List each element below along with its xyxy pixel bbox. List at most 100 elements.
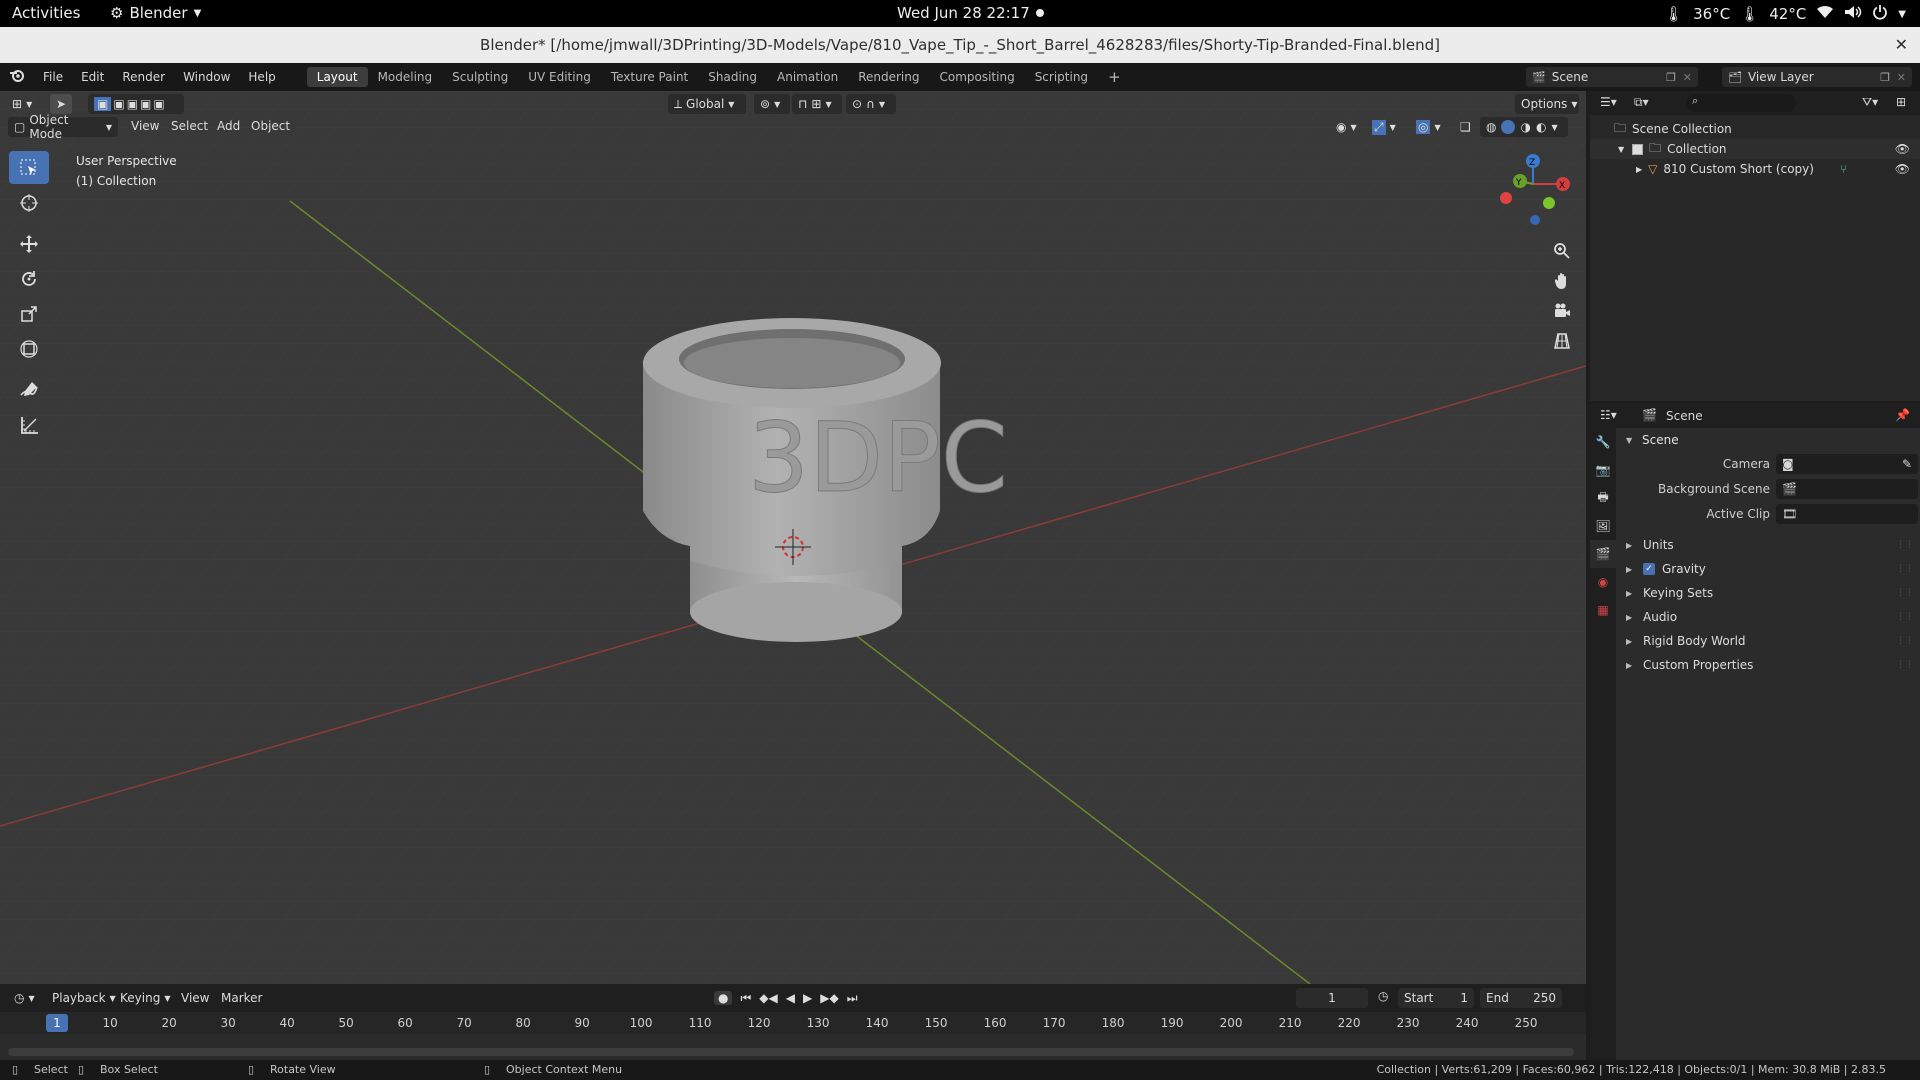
rendered-shading-icon[interactable]: ◐ — [1536, 120, 1546, 134]
drag-handle-icon[interactable]: ⋮⋮ — [1896, 612, 1914, 622]
close-icon[interactable]: ✕ — [1683, 71, 1692, 84]
record-icon[interactable]: ● — [714, 991, 733, 1005]
end-frame-field[interactable]: End 250 — [1480, 988, 1562, 1008]
shading-mode-group[interactable]: ◍ ◑ ◐ ▼ — [1480, 117, 1568, 137]
tab-rendering[interactable]: Rendering — [848, 67, 929, 87]
menu-window[interactable]: Window — [174, 70, 239, 84]
object-visibility-toggle[interactable]: ◉ ▼ — [1330, 117, 1363, 137]
add-workspace-icon[interactable]: + — [1098, 65, 1131, 89]
new-collection-icon[interactable]: ⊞ — [1896, 95, 1906, 109]
tab-animation[interactable]: Animation — [767, 67, 848, 87]
editor-type-dropdown[interactable]: ⊞ ▼ — [6, 94, 38, 114]
tab-sculpting[interactable]: Sculpting — [442, 67, 518, 87]
tab-layout[interactable]: Layout — [306, 67, 368, 87]
outliner-search-input[interactable]: ⌕ — [1686, 94, 1796, 112]
tab-world[interactable]: ◉ — [1590, 568, 1616, 596]
drag-handle-icon[interactable]: ⋮⋮ — [1896, 564, 1914, 574]
playhead-frame-indicator[interactable]: 1 — [46, 1014, 68, 1032]
keying-menu[interactable]: Keying ▼ — [114, 988, 176, 1008]
intersect-selection-icon[interactable]: ▣ — [153, 97, 164, 111]
menu-edit[interactable]: Edit — [72, 70, 113, 84]
tab-tool[interactable]: 🔧 — [1590, 428, 1616, 456]
timeline-ruler[interactable]: 1 10 20 30 40 50 60 70 80 90 100 110 120 130 140 150 16… — [0, 1012, 1586, 1034]
disclosure-triangle-icon[interactable]: ▶ — [1636, 165, 1642, 174]
rotate-tool[interactable] — [9, 262, 49, 295]
tab-scene[interactable]: 🎬 — [1590, 540, 1616, 568]
viewport-menu-select[interactable]: Select — [171, 119, 208, 133]
audio-panel[interactable]: ▶ Audio ⋮⋮ — [1616, 605, 1920, 629]
xray-toggle[interactable]: ❑ — [1454, 117, 1477, 137]
play-reverse-icon[interactable]: ◀ — [786, 991, 795, 1005]
properties-editor-type-icon[interactable]: ☷▾ — [1600, 408, 1617, 422]
viewport-menu-object[interactable]: Object — [251, 119, 290, 133]
start-frame-field[interactable]: Start 1 — [1398, 988, 1474, 1008]
gizmo-toggle[interactable]: ⤢ ▼ — [1366, 117, 1402, 137]
jump-keyframe-back-icon[interactable]: ◆◀ — [759, 991, 777, 1005]
active-clip-field[interactable]: 🎞 — [1776, 504, 1918, 524]
zoom-button[interactable] — [1546, 236, 1578, 266]
mode-dropdown[interactable]: ▢ Object Mode ▼ — [8, 113, 118, 141]
disclosure-triangle-icon[interactable]: ▼ — [1618, 145, 1624, 154]
outliner-editor-type-icon[interactable]: ☰▾ — [1600, 95, 1617, 109]
tab-texture[interactable]: ▦ — [1590, 596, 1616, 624]
timeline-scrollbar[interactable] — [8, 1048, 1574, 1056]
tab-uv-editing[interactable]: UV Editing — [518, 67, 601, 87]
gravity-panel[interactable]: ▶ ✓ Gravity ⋮⋮ — [1616, 557, 1920, 581]
pan-button[interactable] — [1546, 266, 1578, 296]
drag-handle-icon[interactable]: ⋮⋮ — [1896, 540, 1914, 550]
copy-icon[interactable]: ❐ — [1666, 71, 1676, 84]
system-tray[interactable]: 🌡 36°C 🌡 42°C ▼ — [1664, 4, 1906, 24]
tab-shading[interactable]: Shading — [698, 67, 767, 87]
perspective-toggle-button[interactable] — [1546, 326, 1578, 356]
eye-icon[interactable]: 👁 — [1895, 162, 1910, 176]
select-box-tool[interactable] — [9, 151, 49, 184]
tab-view-layer[interactable]: 🖼 — [1590, 512, 1616, 540]
rigid-body-world-panel[interactable]: ▶ Rigid Body World ⋮⋮ — [1616, 629, 1920, 653]
cursor-tool[interactable] — [9, 186, 49, 219]
drag-handle-icon[interactable]: ⋮⋮ — [1896, 660, 1914, 670]
snap-toggle[interactable]: ⊓ ⊞ ▼ — [792, 94, 842, 114]
units-panel[interactable]: ▶ Units ⋮⋮ — [1616, 533, 1920, 557]
transform-orientation-dropdown[interactable]: ⟂ Global ▼ — [668, 94, 746, 114]
3d-viewport[interactable]: 3DPC Z X Y ⊞ ▼ ➤ ▣ ▣ ▣ ▣ ▣ ⟂ Global ▼ ⊚ … — [0, 91, 1586, 984]
camera-field[interactable]: ◙ ✎ — [1776, 454, 1918, 474]
tab-compositing[interactable]: Compositing — [929, 67, 1024, 87]
blender-logo-icon[interactable] — [0, 68, 34, 86]
transform-tool[interactable] — [9, 332, 49, 365]
eye-icon[interactable]: 👁 — [1895, 142, 1910, 156]
pivot-point-dropdown[interactable]: ⊚ ▼ — [754, 94, 790, 114]
drag-handle-icon[interactable]: ⋮⋮ — [1896, 636, 1914, 646]
tab-modeling[interactable]: Modeling — [368, 67, 443, 87]
timeline-menu-marker[interactable]: Marker — [221, 991, 262, 1005]
select-tool-mode[interactable]: ➤ — [50, 94, 72, 114]
tab-texture-paint[interactable]: Texture Paint — [601, 67, 698, 87]
viewport-canvas[interactable]: 3DPC Z X Y — [0, 91, 1586, 984]
view-layer-selector[interactable]: 🗂 View Layer ❐ ✕ — [1722, 67, 1912, 87]
move-tool[interactable] — [9, 227, 49, 260]
measure-tool[interactable] — [9, 408, 49, 441]
outliner-row-collection[interactable]: ▼ 🗀 Collection 👁 — [1590, 139, 1920, 159]
close-icon[interactable]: ✕ — [1895, 27, 1908, 63]
jump-start-icon[interactable]: ⏮ — [740, 991, 751, 1006]
jump-keyframe-forward-icon[interactable]: ▶◆ — [820, 991, 838, 1005]
app-menu[interactable]: ⚙ Blender ▼ — [110, 4, 201, 22]
drag-handle-icon[interactable]: ⋮⋮ — [1896, 588, 1914, 598]
timeline-menu-view[interactable]: View — [181, 991, 209, 1005]
extend-selection-icon[interactable]: ▣ — [113, 97, 124, 111]
jump-end-icon[interactable]: ⏭ — [847, 991, 858, 1006]
wireframe-shading-icon[interactable]: ◍ — [1486, 120, 1496, 134]
gravity-checkbox[interactable]: ✓ — [1643, 563, 1655, 575]
menu-render[interactable]: Render — [113, 70, 174, 84]
overlays-toggle[interactable]: ◎ ▼ — [1410, 117, 1447, 137]
playback-menu[interactable]: Playback ▼ — [46, 988, 122, 1008]
clock[interactable]: Wed Jun 28 22:17 — [897, 4, 1030, 22]
invert-selection-icon[interactable]: ▣ — [140, 97, 151, 111]
scale-tool[interactable] — [9, 297, 49, 330]
subtract-selection-icon[interactable]: ▣ — [127, 97, 138, 111]
set-selection-icon[interactable]: ▣ — [94, 97, 112, 111]
viewport-menu-add[interactable]: Add — [217, 119, 240, 133]
preview-range-icon[interactable]: ◷ — [1378, 989, 1388, 1003]
timeline-editor-type-dropdown[interactable]: ◷ ▼ — [8, 988, 41, 1008]
proportional-editing-toggle[interactable]: ⊙ ∩ ▼ — [846, 94, 896, 114]
tab-scripting[interactable]: Scripting — [1025, 67, 1098, 87]
